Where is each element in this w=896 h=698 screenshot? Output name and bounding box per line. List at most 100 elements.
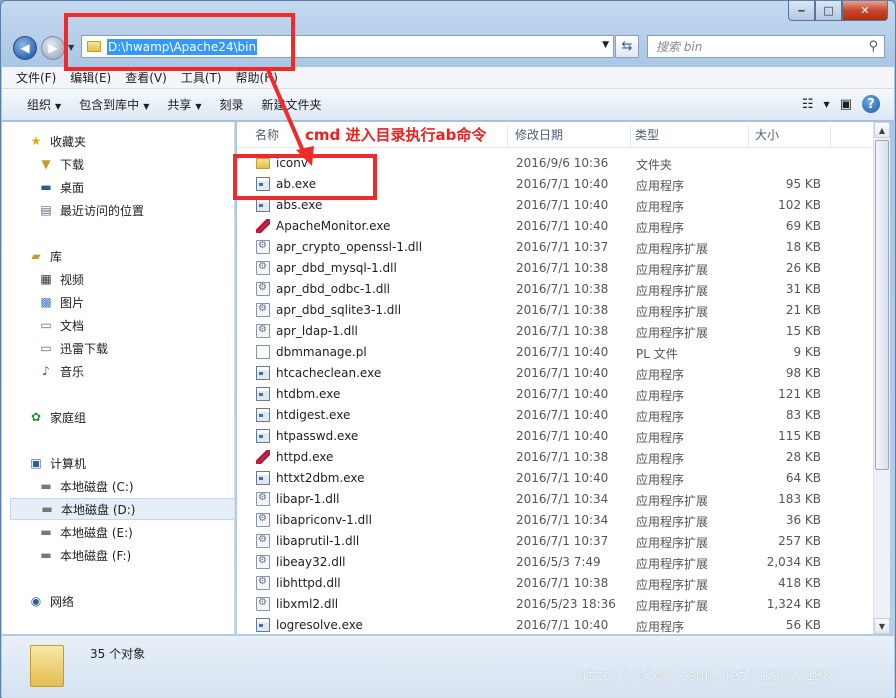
column-type[interactable]: 类型 bbox=[635, 126, 749, 146]
sidebar-item-favorites[interactable]: ★ 收藏夹 bbox=[28, 130, 86, 152]
refresh-button[interactable]: ⇆ bbox=[615, 35, 639, 58]
minimize-button[interactable]: ‒ bbox=[788, 1, 815, 21]
file-date: 2016/7/1 10:40 bbox=[516, 387, 609, 401]
sidebar-item-music[interactable]: ♪ 音乐 bbox=[38, 360, 84, 382]
exe-icon bbox=[256, 618, 270, 632]
file-date: 2016/7/1 10:34 bbox=[516, 513, 609, 527]
burn-button[interactable]: 刻录 bbox=[220, 96, 244, 113]
file-row[interactable]: htdigest.exe 2016/7/1 10:40 应用程序 83 KB bbox=[237, 405, 873, 426]
highlight-box-ab-exe bbox=[233, 154, 377, 200]
file-row[interactable]: libhttpd.dll 2016/7/1 10:38 应用程序扩展 418 KB bbox=[237, 573, 873, 594]
help-icon[interactable]: ? bbox=[862, 95, 880, 113]
file-row[interactable]: logresolve.exe 2016/7/1 10:40 应用程序 56 KB bbox=[237, 615, 873, 634]
sidebar-item-label: 本地磁盘 (D:) bbox=[61, 502, 136, 517]
sidebar-item-thunder[interactable]: ▭ 迅雷下载 bbox=[38, 337, 108, 359]
menu-help[interactable]: 帮助(H) bbox=[236, 69, 278, 86]
file-size: 28 KB bbox=[785, 450, 821, 464]
menu-view[interactable]: 查看(V) bbox=[125, 69, 167, 86]
sidebar-item-disk-e[interactable]: ▬ 本地磁盘 (E:) bbox=[38, 521, 133, 543]
view-options-icon[interactable]: ☷ bbox=[802, 97, 814, 112]
drive-icon: ▬ bbox=[40, 548, 52, 562]
file-name: htdbm.exe bbox=[276, 387, 341, 401]
file-row[interactable]: dbmmanage.pl 2016/7/1 10:40 PL 文件 9 KB bbox=[237, 342, 873, 363]
file-type: 应用程序扩展 bbox=[636, 536, 709, 550]
file-size: 1,324 KB bbox=[766, 597, 821, 611]
back-button[interactable]: ◀ bbox=[13, 36, 37, 60]
forward-button[interactable]: ▶ bbox=[41, 36, 65, 60]
share-button[interactable]: 共享 ▼ bbox=[167, 96, 201, 113]
file-size: 257 KB bbox=[778, 534, 821, 548]
file-type: 应用程序 bbox=[636, 431, 685, 445]
file-row[interactable]: apr_ldap-1.dll 2016/7/1 10:38 应用程序扩展 15 KB bbox=[237, 321, 873, 342]
scroll-down-icon[interactable]: ▼ bbox=[874, 618, 890, 634]
file-row[interactable]: ApacheMonitor.exe 2016/7/1 10:40 应用程序 69 KB bbox=[237, 216, 873, 237]
file-type: 应用程序扩展 bbox=[636, 557, 709, 571]
file-row[interactable]: libxml2.dll 2016/5/23 18:36 应用程序扩展 1,324 KB bbox=[237, 594, 873, 615]
chevron-down-icon[interactable]: ▼ bbox=[824, 100, 830, 109]
chevron-down-icon[interactable]: ▼ bbox=[602, 40, 609, 50]
file-row[interactable]: htdbm.exe 2016/7/1 10:40 应用程序 121 KB bbox=[237, 384, 873, 405]
sidebar-item-disk-c[interactable]: ▬ 本地磁盘 (C:) bbox=[38, 475, 133, 497]
file-row[interactable]: htcacheclean.exe 2016/7/1 10:40 应用程序 98 KB bbox=[237, 363, 873, 384]
file-row[interactable]: apr_dbd_sqlite3-1.dll 2016/7/1 10:38 应用程序扩… bbox=[237, 300, 873, 321]
sidebar-item-documents[interactable]: ▭ 文档 bbox=[38, 314, 84, 336]
computer-icon: ▣ bbox=[30, 456, 42, 470]
sidebar-item-computer[interactable]: ▣ 计算机 bbox=[28, 452, 86, 474]
sidebar-item-network[interactable]: ◉ 网络 bbox=[28, 590, 74, 612]
file-name: libaprutil-1.dll bbox=[276, 534, 360, 548]
sidebar-item-recent[interactable]: ▤ 最近访问的位置 bbox=[38, 199, 144, 221]
file-row[interactable]: apr_crypto_openssl-1.dll 2016/7/1 10:37 应用… bbox=[237, 237, 873, 258]
file-row[interactable]: httpd.exe 2016/7/1 10:38 应用程序 28 KB bbox=[237, 447, 873, 468]
file-name: libhttpd.dll bbox=[276, 576, 341, 590]
highlight-box-address bbox=[64, 13, 295, 71]
sidebar-item-label: 本地磁盘 (E:) bbox=[60, 525, 133, 540]
sidebar-item-downloads[interactable]: ▼ 下载 bbox=[38, 153, 84, 175]
chevron-down-icon: ▼ bbox=[143, 102, 150, 111]
file-date: 2016/7/1 10:40 bbox=[516, 471, 609, 485]
dll-icon bbox=[256, 513, 270, 527]
file-icon bbox=[256, 345, 270, 359]
command-toolbar: 组织 ▼ 包含到库中 ▼ 共享 ▼ 刻录 新建文件夹 ☷ ▼ ▣ ? bbox=[2, 89, 894, 121]
include-in-library-button[interactable]: 包含到库中 ▼ bbox=[79, 96, 149, 113]
file-row[interactable]: httxt2dbm.exe 2016/7/1 10:40 应用程序 64 KB bbox=[237, 468, 873, 489]
file-name: ApacheMonitor.exe bbox=[276, 219, 391, 233]
sidebar-item-pictures[interactable]: ▩ 图片 bbox=[38, 291, 84, 313]
menu-tools[interactable]: 工具(T) bbox=[181, 69, 222, 86]
file-row[interactable]: libapriconv-1.dll 2016/7/1 10:34 应用程序扩展 36 … bbox=[237, 510, 873, 531]
maximize-button[interactable]: □ bbox=[815, 1, 842, 21]
preview-pane-icon[interactable]: ▣ bbox=[840, 97, 852, 112]
file-date: 2016/7/1 10:37 bbox=[516, 240, 609, 254]
sidebar-item-desktop[interactable]: ▬ 桌面 bbox=[38, 176, 84, 198]
sidebar-item-libraries[interactable]: ▰ 库 bbox=[28, 245, 62, 267]
menu-edit[interactable]: 编辑(E) bbox=[70, 69, 111, 86]
scroll-thumb[interactable] bbox=[875, 140, 889, 470]
menu-file[interactable]: 文件(F) bbox=[16, 69, 56, 86]
dll-icon bbox=[256, 555, 270, 569]
sidebar-item-disk-d[interactable]: ▬ 本地磁盘 (D:) bbox=[10, 498, 234, 520]
column-date[interactable]: 修改日期 bbox=[515, 126, 631, 146]
close-button[interactable]: ✕ bbox=[842, 1, 888, 21]
homegroup-icon: ✿ bbox=[30, 410, 42, 424]
search-icon[interactable]: ⚲ bbox=[868, 39, 878, 54]
organize-button[interactable]: 组织 ▼ bbox=[27, 96, 61, 113]
file-date: 2016/7/1 10:38 bbox=[516, 450, 609, 464]
sidebar-item-videos[interactable]: ▦ 视频 bbox=[38, 268, 84, 290]
sidebar-item-disk-f[interactable]: ▬ 本地磁盘 (F:) bbox=[38, 544, 131, 566]
search-input[interactable]: 搜索 bin ⚲ bbox=[647, 35, 885, 58]
file-size: 26 KB bbox=[785, 261, 821, 275]
file-row[interactable]: htpasswd.exe 2016/7/1 10:40 应用程序 115 KB bbox=[237, 426, 873, 447]
exe-icon bbox=[256, 387, 270, 401]
file-row[interactable]: libeay32.dll 2016/5/3 7:49 应用程序扩展 2,034 KB bbox=[237, 552, 873, 573]
file-row[interactable]: libapr-1.dll 2016/7/1 10:34 应用程序扩展 183 KB bbox=[237, 489, 873, 510]
sidebar-item-homegroup[interactable]: ✿ 家庭组 bbox=[28, 406, 86, 428]
new-folder-button[interactable]: 新建文件夹 bbox=[262, 96, 322, 113]
vertical-scrollbar[interactable]: ▲ ▼ bbox=[873, 122, 890, 634]
file-row[interactable]: libaprutil-1.dll 2016/7/1 10:37 应用程序扩展 257 … bbox=[237, 531, 873, 552]
column-size[interactable]: 大小 bbox=[755, 126, 831, 146]
file-name: httpd.exe bbox=[276, 450, 334, 464]
scroll-up-icon[interactable]: ▲ bbox=[874, 122, 890, 138]
file-name: libxml2.dll bbox=[276, 597, 339, 611]
file-row[interactable]: apr_dbd_odbc-1.dll 2016/7/1 10:38 应用程序扩展 31… bbox=[237, 279, 873, 300]
exe-icon bbox=[256, 429, 270, 443]
file-row[interactable]: apr_dbd_mysql-1.dll 2016/7/1 10:38 应用程序扩展 2… bbox=[237, 258, 873, 279]
